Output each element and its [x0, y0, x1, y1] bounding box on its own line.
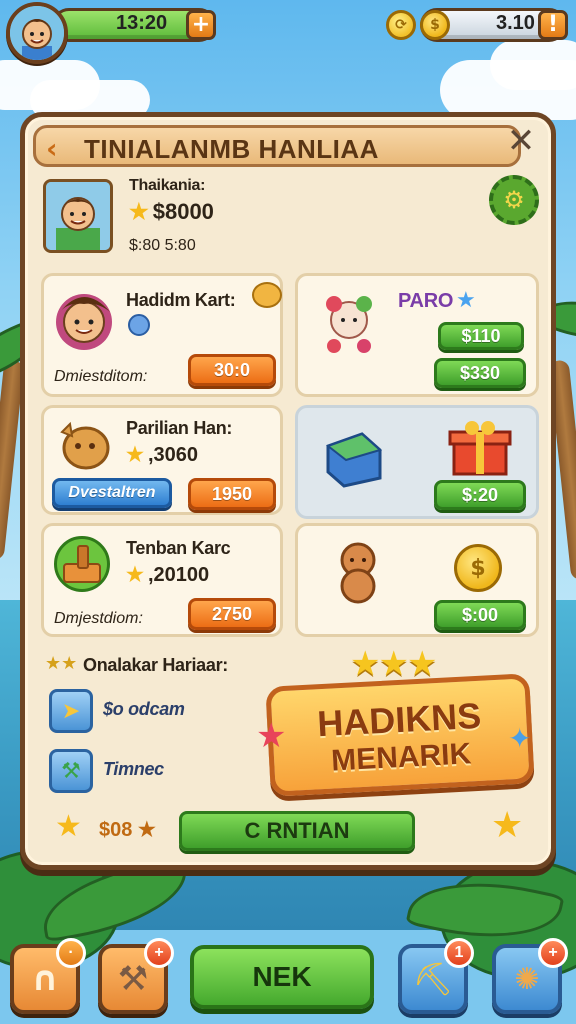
hammer-icon: ⚒	[117, 959, 149, 999]
red-star-icon: ★	[256, 716, 287, 756]
horn-icon[interactable]: ➤	[49, 689, 93, 733]
gold-coin-icon: $	[454, 544, 502, 592]
inventory-button[interactable]: ✺ +	[492, 938, 568, 1014]
item-4-buy-button-2[interactable]: $330	[434, 358, 526, 388]
shop-badge: 1	[444, 938, 474, 968]
cart-icon: ⛏	[412, 960, 454, 998]
build-button[interactable]: ⚒ +	[98, 938, 174, 1014]
panel-header: ‹ TINIALANMB HANLIAA	[33, 125, 521, 167]
item-4-buy-button-1[interactable]: $110	[438, 322, 524, 350]
close-button[interactable]: ✕	[499, 121, 543, 161]
blue-star-icon: ✦	[508, 722, 532, 755]
item-card-5: $:20	[295, 405, 539, 519]
horn-glyph: ➤	[61, 698, 81, 724]
settings-gear-icon[interactable]: ⚙	[489, 175, 539, 225]
add-coins-button[interactable]: !	[538, 10, 568, 40]
tools-badge: ·	[56, 938, 86, 968]
item-2-info-button[interactable]: Dvestaltren	[52, 478, 172, 508]
item-4-label: PARO	[398, 290, 454, 312]
item-3-buy-button[interactable]: 2750	[188, 598, 276, 630]
item-2-price: ★ ,3060	[126, 442, 198, 467]
build-badge: +	[144, 938, 174, 968]
item-5-buy-button[interactable]: $:20	[434, 480, 526, 510]
coin-icon: $	[420, 10, 450, 40]
extras-price: $08 ★	[99, 819, 156, 841]
stars-icon: ★★	[45, 653, 78, 674]
promo-banner[interactable]: HADIKNS MENARIK	[265, 673, 535, 797]
gingerbread-icon	[340, 542, 376, 604]
puppet-icon	[326, 296, 372, 353]
gem-icon[interactable]: ⟳	[386, 10, 416, 40]
character-portrait	[43, 179, 113, 253]
character-head-icon	[56, 294, 112, 350]
item-2-buy-button[interactable]: 1950	[188, 478, 276, 510]
star-icon: ★	[129, 199, 149, 224]
star-icon: ★	[491, 805, 524, 846]
item-3-price: ★ ,20100	[126, 562, 209, 587]
next-button[interactable]: NEK	[190, 945, 374, 1009]
item-2-name: Parilian Han:	[126, 418, 233, 438]
magnet-icon: ∩	[31, 959, 59, 999]
confirm-button[interactable]: C RNTIAN	[179, 811, 415, 851]
item-6-buy-button[interactable]: $:00	[434, 600, 526, 630]
blue-star-icon: ★	[456, 288, 476, 313]
star-icon: ★	[126, 444, 144, 466]
cookie-icon	[252, 282, 282, 308]
item-3-subtext: Dmjestdiom:	[54, 610, 143, 627]
item-card-3: Tenban Karc ★ ,20100 Dmjestdiom: 2750	[41, 523, 283, 637]
inventory-badge: +	[538, 938, 568, 968]
item-card-4: PARO ★ $110 $330	[295, 273, 539, 397]
profile-price: ★ $8000	[129, 199, 214, 225]
extras-heading: Onalakar Hariaar:	[83, 655, 228, 675]
bag-icon: ✺	[514, 961, 540, 997]
level-value: 13:20	[116, 12, 168, 34]
item-card-1: Hadidm Kart: Dmiestditom: 30:0	[41, 273, 283, 397]
globe-icon	[128, 314, 150, 336]
player-avatar[interactable]	[6, 2, 68, 64]
profile-name: Thaikania:	[129, 177, 206, 194]
profile-price-value: $8000	[152, 199, 214, 224]
hammer-icon	[63, 545, 101, 583]
item-card-2: Parilian Han: ★ ,3060 Dvestaltren 1950	[41, 405, 283, 515]
extras-row-2: Timnec	[103, 759, 164, 779]
gift-box-icon	[448, 421, 512, 476]
back-arrow-icon[interactable]: ‹	[46, 132, 58, 165]
shop-button[interactable]: ⛏ 1	[398, 938, 474, 1014]
hammer-tool-icon[interactable]: ⚒	[49, 749, 93, 793]
extras-row-1: $o odcam	[103, 699, 185, 719]
item-1-buy-button[interactable]: 30:0	[188, 354, 276, 386]
item-card-6: $ $:00	[295, 523, 539, 637]
gem-box-icon	[325, 432, 383, 488]
character-face-icon	[46, 182, 110, 250]
player-face-icon	[10, 6, 64, 60]
item-2-price-value: ,3060	[147, 444, 198, 466]
tools-button[interactable]: ∩ ·	[10, 938, 86, 1014]
cookie-creature-icon	[60, 421, 110, 470]
star-icon: ★	[55, 809, 82, 844]
hammer-glyph: ⚒	[61, 758, 81, 784]
cloud	[490, 40, 576, 90]
item-1-name: Hadidm Kart:	[126, 290, 236, 310]
star-icon: ★	[126, 564, 144, 586]
extras-price-value: $08	[99, 819, 133, 841]
profile-subtext: $:80 5:80	[129, 237, 196, 254]
item-1-subtext: Dmiestditom:	[54, 368, 148, 385]
coins-value: 3.10	[496, 12, 535, 34]
item-3-price-value: ,20100	[147, 564, 210, 586]
item-3-name: Tenban Karc	[126, 538, 231, 558]
add-level-button[interactable]: +	[186, 10, 216, 40]
panel-title: TINIALANMB HANLIAA	[84, 134, 379, 164]
